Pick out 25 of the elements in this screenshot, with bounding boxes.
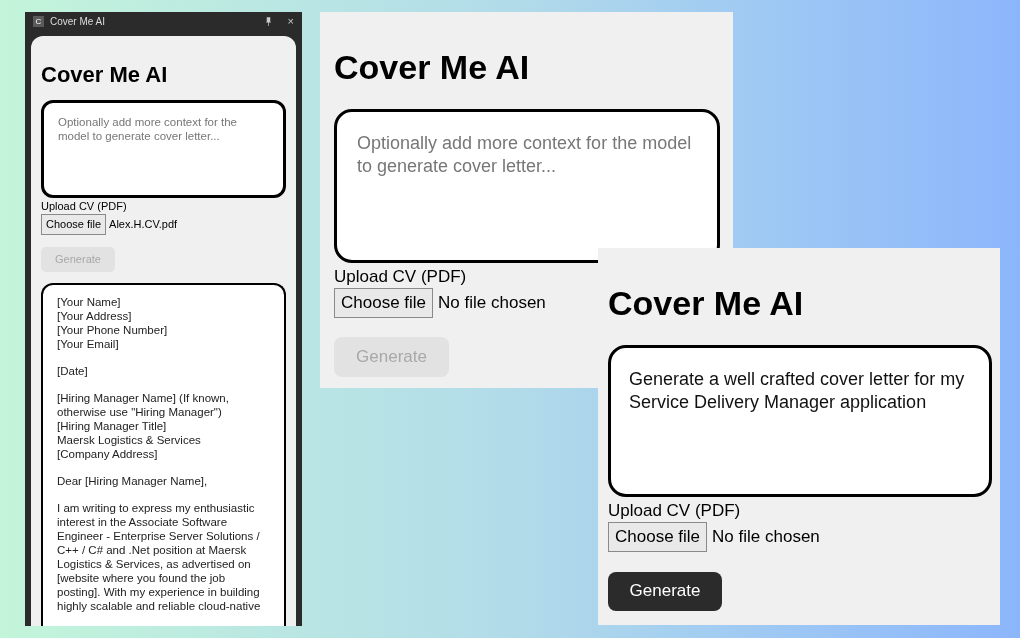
context-field[interactable]: Optionally add more context for the model to generate cover letter... [334, 109, 720, 263]
close-button[interactable]: × [287, 12, 294, 30]
choose-file-button[interactable]: Choose file [608, 522, 708, 552]
window-title: Cover Me AI [50, 14, 107, 29]
upload-label: Upload CV (PDF) [334, 267, 468, 287]
letter-paragraph: [Your Name] [Your Address] [Your Phone Number] [Your Email] [57, 294, 169, 351]
file-name: No file chosen [438, 292, 546, 314]
app-heading: Cover Me AI [608, 286, 805, 320]
file-name: No file chosen [712, 526, 820, 548]
upload-label: Upload CV (PDF) [608, 501, 742, 521]
context-field[interactable]: Generate a well crafted cover letter for my Service Delivery Manager application [608, 345, 992, 497]
letter-paragraph: Dear [Hiring Manager Name], [57, 473, 209, 488]
choose-file-button[interactable]: Choose file [334, 288, 434, 318]
app-logo: C [33, 15, 44, 27]
letter-paragraph: I am writing to express my enthusiastic interest in the Associate Software Engineer - Enterprise Server Solutions / C++ / C# and .Net position at Maersk Logistics & Services, as advertised on [website where you found the job posting]. With my experience in building highly scalable and reliable cloud-native [57, 500, 262, 613]
letter-paragraph: [Date] [57, 363, 89, 378]
app-heading: Cover Me AI [334, 50, 531, 84]
context-field[interactable]: Optionally add more context for the model to generate cover letter... [41, 100, 286, 198]
generate-button[interactable]: Generate [608, 571, 722, 611]
file-name: Alex.H.CV.pdf [109, 217, 178, 232]
letter-paragraph: [Hiring Manager Name] (If known, otherwise use "Hiring Manager") [Hiring Manager Title] Maersk Logistics & Services [Company Address] [57, 390, 230, 461]
upload-label: Upload CV (PDF) [41, 200, 128, 213]
choose-file-button[interactable]: Choose file [41, 214, 107, 235]
pin-icon[interactable] [264, 16, 272, 26]
app-heading: Cover Me AI [41, 64, 169, 86]
